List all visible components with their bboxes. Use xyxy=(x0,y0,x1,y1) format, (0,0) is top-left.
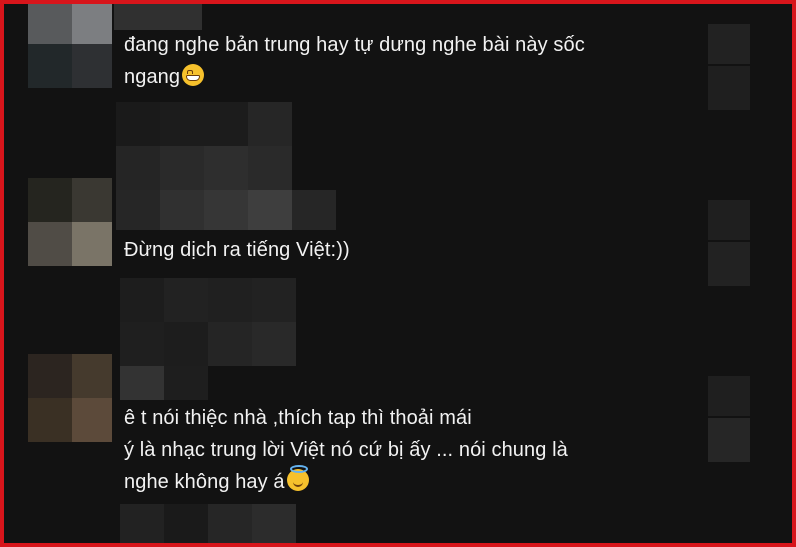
comment-text: ê t nói thiệc nhà ,thích tap thì thoải m… xyxy=(124,402,568,498)
grinning-face-icon xyxy=(182,64,205,86)
comment-text: đang nghe bản trung hay tự dưng nghe bài… xyxy=(124,29,585,93)
comment-line: đang nghe bản trung hay tự dưng nghe bài… xyxy=(124,34,585,56)
comment-line: ngang xyxy=(124,61,585,93)
comment-line: Đừng dịch ra tiếng Việt:)) xyxy=(124,239,350,261)
comment-text: Đừng dịch ra tiếng Việt:)) xyxy=(124,234,350,266)
comment-line: ý là nhạc trung lời Việt nó cứ bị ấy ...… xyxy=(124,439,568,461)
comment-line: ê t nói thiệc nhà ,thích tap thì thoải m… xyxy=(124,407,472,429)
smiling-face-with-halo-icon xyxy=(286,465,309,491)
username-blurred[interactable] xyxy=(114,4,202,30)
comment-screenshot-frame: đang nghe bản trung hay tự dưng nghe bài… xyxy=(0,0,796,547)
comment-line: nghe không hay á xyxy=(124,465,568,498)
